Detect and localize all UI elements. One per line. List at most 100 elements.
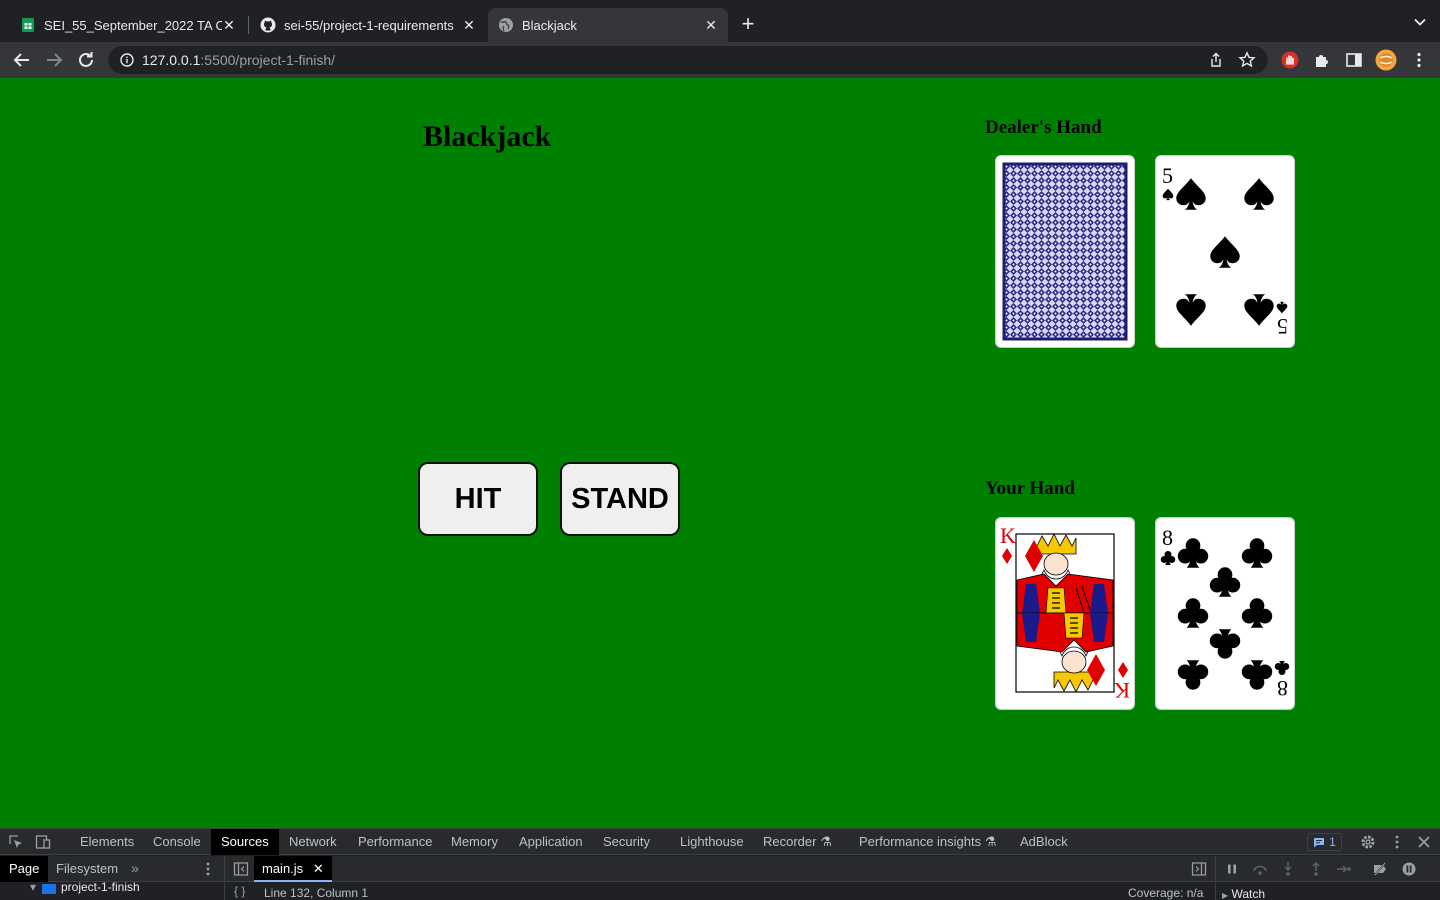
toggle-navigator-icon[interactable] bbox=[233, 861, 249, 877]
issues-count: 1 bbox=[1329, 835, 1336, 849]
devtools-tab-network[interactable]: Network bbox=[279, 829, 347, 855]
player-card-8-clubs: 8 8 bbox=[1155, 517, 1295, 710]
reload-icon[interactable] bbox=[76, 50, 96, 70]
devtools-tab-elements[interactable]: Elements bbox=[70, 829, 144, 855]
deactivate-breakpoints-icon[interactable] bbox=[1372, 861, 1388, 877]
more-vertical-icon[interactable] bbox=[200, 861, 216, 877]
settings-gear-icon[interactable] bbox=[1360, 834, 1376, 850]
close-tab-icon[interactable]: ✕ bbox=[460, 16, 478, 34]
step-icon[interactable] bbox=[1336, 861, 1352, 877]
tree-expand-icon[interactable]: ▾ bbox=[30, 880, 36, 894]
bookmark-star-icon[interactable] bbox=[1238, 51, 1256, 69]
player-hand-title: Your Hand bbox=[985, 478, 1075, 499]
extensions-puzzle-icon[interactable] bbox=[1313, 51, 1331, 69]
close-file-icon[interactable]: ✕ bbox=[313, 861, 324, 876]
flask-icon: ⚗ bbox=[820, 834, 832, 849]
tab-label: Performance insights bbox=[859, 834, 982, 849]
tree-item-project[interactable]: project-1-finish bbox=[61, 880, 140, 894]
devtools-tab-bar: Elements Console Sources Network Perform… bbox=[0, 829, 1440, 855]
browser-tab-sheets[interactable]: SEI_55_September_2022 TA O ✕ bbox=[10, 8, 246, 42]
tab-title: Blackjack bbox=[522, 17, 577, 33]
url-text[interactable]: 127.0.0.1:5500/project-1-finish/ bbox=[142, 52, 335, 68]
side-panel-icon[interactable] bbox=[1345, 51, 1363, 69]
devtools-tab-performance-insights[interactable]: Performance insights ⚗ bbox=[849, 829, 1006, 855]
browser-tab-github[interactable]: sei-55/project-1-requirements ✕ bbox=[250, 8, 486, 42]
toggle-debugger-icon[interactable] bbox=[1191, 861, 1207, 877]
sources-status-bar: ▾ project-1-finish { } Line 132, Column … bbox=[0, 880, 1440, 900]
address-bar[interactable]: 127.0.0.1:5500/project-1-finish/ bbox=[108, 46, 1268, 74]
devtools-tab-sources[interactable]: Sources bbox=[211, 829, 279, 855]
new-tab-button[interactable]: + bbox=[737, 13, 759, 35]
chevron-double-right-icon[interactable]: » bbox=[131, 860, 139, 876]
svg-text:K: K bbox=[1000, 523, 1016, 548]
tab-title: SEI_55_September_2022 TA O bbox=[44, 17, 222, 33]
browser-tab-blackjack[interactable]: Blackjack ✕ bbox=[488, 8, 728, 42]
site-info-icon[interactable] bbox=[120, 53, 134, 67]
github-icon bbox=[260, 17, 276, 33]
stand-button[interactable]: STAND bbox=[560, 462, 680, 536]
dealer-card-back bbox=[995, 155, 1135, 348]
devtools-tab-memory[interactable]: Memory bbox=[441, 829, 508, 855]
step-over-icon[interactable] bbox=[1252, 861, 1268, 877]
step-into-icon[interactable] bbox=[1280, 861, 1296, 877]
tab-bar: SEI_55_September_2022 TA O ✕ sei-55/proj… bbox=[0, 0, 1440, 42]
back-arrow-icon[interactable] bbox=[12, 50, 32, 70]
extension-hand-icon[interactable] bbox=[1281, 51, 1299, 69]
profile-avatar[interactable] bbox=[1375, 49, 1397, 71]
url-host: 127.0.0.1 bbox=[142, 52, 201, 68]
globe-icon bbox=[499, 18, 513, 32]
eight-of-clubs: 8 8 bbox=[1160, 525, 1290, 701]
tab-separator bbox=[248, 16, 249, 34]
devtools-tab-recorder[interactable]: Recorder ⚗ bbox=[753, 829, 842, 855]
inspect-element-icon[interactable] bbox=[8, 834, 24, 850]
hit-button[interactable]: HIT bbox=[418, 462, 538, 536]
svg-text:K: K bbox=[1114, 678, 1130, 703]
watch-section[interactable]: ▶ Watch bbox=[1222, 887, 1265, 900]
navigator-tab-page[interactable]: Page bbox=[0, 856, 49, 882]
share-icon[interactable] bbox=[1208, 52, 1224, 68]
more-vertical-icon[interactable] bbox=[1410, 51, 1428, 69]
svg-text:5: 5 bbox=[1277, 314, 1288, 339]
player-card-king-diamonds: K K bbox=[995, 517, 1135, 710]
forward-arrow-icon[interactable] bbox=[44, 50, 64, 70]
sources-toolbar: Page Filesystem » main.js ✕ bbox=[0, 856, 1440, 882]
device-toolbar-icon[interactable] bbox=[35, 834, 51, 850]
pane-divider[interactable] bbox=[1215, 856, 1216, 900]
svg-text:8: 8 bbox=[1162, 525, 1173, 550]
issues-counter[interactable]: 1 bbox=[1307, 833, 1342, 851]
open-file-tab[interactable]: main.js ✕ bbox=[254, 856, 332, 882]
pane-divider[interactable] bbox=[224, 856, 225, 900]
chevron-down-icon[interactable] bbox=[1412, 14, 1428, 30]
devtools-tab-adblock[interactable]: AdBlock bbox=[1010, 829, 1078, 855]
devtools-tab-console[interactable]: Console bbox=[143, 829, 211, 855]
flask-icon: ⚗ bbox=[984, 834, 997, 849]
page-viewport: Blackjack Dealer's Hand Your Hand 5 5 K … bbox=[0, 78, 1440, 828]
game-title: Blackjack bbox=[423, 120, 552, 153]
more-vertical-icon[interactable] bbox=[1389, 834, 1405, 850]
dealer-hand-title: Dealer's Hand bbox=[985, 117, 1102, 138]
devtools-tab-performance[interactable]: Performance bbox=[348, 829, 442, 855]
close-tab-icon[interactable]: ✕ bbox=[220, 16, 238, 34]
devtools-tab-lighthouse[interactable]: Lighthouse bbox=[670, 829, 754, 855]
devtools-tab-application[interactable]: Application bbox=[509, 829, 593, 855]
pretty-print-icon[interactable]: { } bbox=[234, 884, 245, 898]
sheets-icon bbox=[22, 18, 34, 32]
close-devtools-icon[interactable] bbox=[1416, 834, 1432, 850]
step-out-icon[interactable] bbox=[1308, 861, 1324, 877]
svg-text:5: 5 bbox=[1162, 163, 1173, 188]
url-path: :5500/project-1-finish/ bbox=[200, 52, 336, 68]
pause-on-exceptions-icon[interactable] bbox=[1401, 861, 1417, 877]
file-name: main.js bbox=[262, 861, 304, 876]
devtools-panel: Elements Console Sources Network Perform… bbox=[0, 828, 1440, 900]
watch-label: Watch bbox=[1231, 887, 1266, 900]
close-tab-icon[interactable]: ✕ bbox=[702, 16, 720, 34]
card-back-pattern bbox=[1002, 162, 1128, 341]
tab-title: sei-55/project-1-requirements bbox=[284, 17, 454, 33]
pause-icon[interactable] bbox=[1224, 861, 1240, 877]
triangle-right-icon: ▶ bbox=[1222, 891, 1229, 900]
tab-label: Recorder bbox=[763, 834, 817, 849]
message-icon bbox=[1314, 837, 1325, 847]
navigator-tab-filesystem[interactable]: Filesystem bbox=[47, 856, 127, 882]
devtools-tab-security[interactable]: Security bbox=[593, 829, 660, 855]
king-of-diamonds: K K bbox=[1000, 523, 1130, 703]
